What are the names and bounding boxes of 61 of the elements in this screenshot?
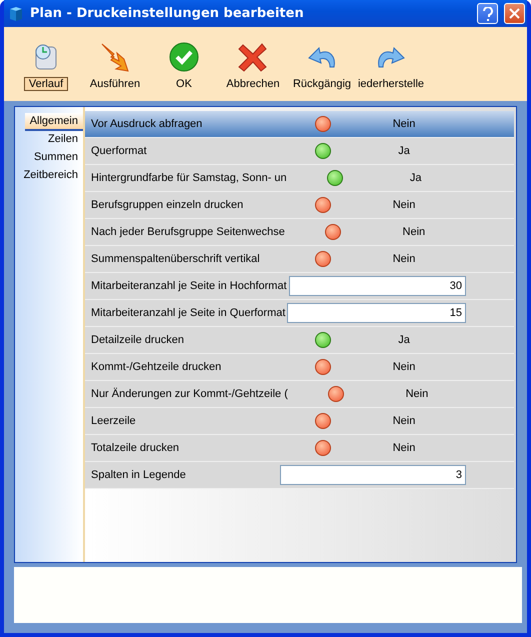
property-label: Hintergrundfarbe für Samstag, Sonn- un [90, 172, 288, 184]
property-label: Leerzeile [90, 415, 137, 427]
property-value: Nein [404, 388, 430, 400]
close-icon [509, 8, 520, 19]
property-row[interactable]: Mitarbeiteranzahl je Seite in Hochformat 30 [85, 273, 514, 300]
property-row[interactable]: Nur Änderungen zur Kommt-/Gehtzeile ( Nein [85, 381, 514, 408]
toolbar-button[interactable]: Abbrechen [221, 41, 285, 91]
property-row[interactable]: Mitarbeiteranzahl je Seite in Querformat 15 [85, 300, 514, 327]
property-row[interactable]: Spalten in Legende 3 [85, 462, 514, 489]
toolbar-button[interactable]: Verlauf [14, 41, 78, 91]
property-label: Vor Ausdruck abfragen [90, 118, 204, 130]
property-row[interactable]: Kommt-/Gehtzeile drucken Nein [85, 354, 514, 381]
tab[interactable]: Zeitbereich [18, 167, 83, 185]
toolbar-button[interactable]: iederherstelle [359, 41, 423, 91]
cross-icon [237, 41, 269, 73]
toolbar-button[interactable]: Ausführen [83, 41, 147, 91]
property-row[interactable]: Berufsgruppen einzeln drucken Nein [85, 192, 514, 219]
property-row[interactable]: Leerzeile Nein [85, 408, 514, 435]
property-label: Kommt-/Gehtzeile drucken [90, 361, 222, 373]
question-mark-icon [482, 6, 492, 20]
property-row[interactable]: Querformat Ja [85, 138, 514, 165]
property-value: Nein [392, 442, 416, 454]
property-value: Ja [397, 145, 411, 157]
property-value: Nein [392, 118, 416, 130]
property-row[interactable]: Vor Ausdruck abfragen Nein [85, 111, 514, 138]
property-label: Mitarbeiteranzahl je Seite in Querformat [90, 307, 286, 319]
app-icon [8, 6, 24, 22]
property-label: Summenspaltenüberschrift vertikal [90, 253, 261, 265]
number-field[interactable]: 15 [287, 303, 466, 323]
property-value: Nein [402, 226, 426, 238]
property-label: Detailzeile drucken [90, 334, 185, 346]
number-field[interactable]: 3 [280, 465, 466, 485]
close-button[interactable] [504, 3, 525, 24]
property-value: Nein [392, 199, 416, 211]
property-value: Ja [408, 172, 422, 184]
check-circle-icon [168, 41, 200, 73]
window-title: Plan - Druckeinstellungen bearbeiten [30, 6, 305, 21]
tab[interactable]: Zeilen [43, 131, 83, 149]
toolbar-button[interactable]: Rückgängig [290, 41, 354, 91]
tab[interactable]: Allgemein [24, 113, 83, 131]
property-value: Ja [397, 334, 411, 346]
help-button[interactable] [477, 3, 498, 24]
property-row[interactable]: Totalzeile drucken Nein [85, 435, 514, 462]
property-value: Nein [392, 253, 416, 265]
toolbar-button[interactable]: OK [152, 41, 216, 91]
property-row[interactable]: Summenspaltenüberschrift vertikal Nein [85, 246, 514, 273]
property-value: Nein [392, 361, 416, 373]
tab[interactable]: Summen [28, 149, 83, 167]
property-label: Spalten in Legende [90, 469, 187, 481]
property-label: Mitarbeiteranzahl je Seite in Hochformat [90, 280, 288, 292]
property-row[interactable]: Detailzeile drucken Ja [85, 327, 514, 354]
property-label: Totalzeile drucken [90, 442, 180, 454]
property-label: Nach jeder Berufsgruppe Seitenwechse [90, 226, 286, 238]
lightning-arrow-icon [99, 41, 131, 73]
property-value: Nein [392, 415, 416, 427]
property-row[interactable]: Hintergrundfarbe für Samstag, Sonn- un Ja [85, 165, 514, 192]
property-label: Berufsgruppen einzeln drucken [90, 199, 244, 211]
property-label: Querformat [90, 145, 148, 157]
number-field[interactable]: 30 [288, 276, 466, 296]
property-row[interactable]: Nach jeder Berufsgruppe Seitenwechse Nein [85, 219, 514, 246]
property-label: Nur Änderungen zur Kommt-/Gehtzeile ( [90, 388, 289, 400]
